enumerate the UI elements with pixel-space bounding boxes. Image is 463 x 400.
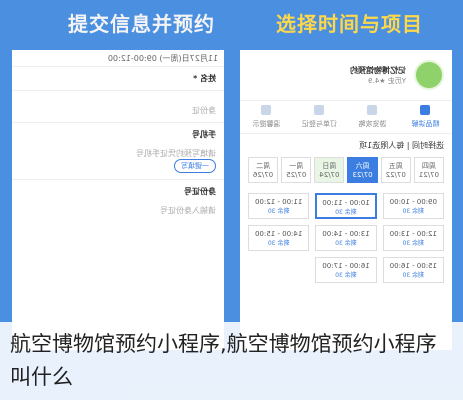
time-slot[interactable]: 13:00 - 14:00 剩余 30 [315, 225, 377, 251]
banner-left-title: 提交信息并预约 [68, 12, 215, 36]
form-row-name[interactable]: 姓名 * [12, 66, 224, 90]
id-type-text: 身份证 [192, 106, 216, 115]
form-row-id-type[interactable]: 身份证 [12, 90, 224, 122]
form-row-id[interactable]: 身份证号 请输入身份证号 [12, 179, 224, 222]
date-item[interactable]: 周四 07/21 [413, 157, 444, 183]
time-slot-grid: 09:00 - 10:00 剩余 30 10:00 - 11:00 剩余 30 11… [240, 183, 452, 293]
phone-label: 手机号 [192, 130, 216, 139]
form-phone-screen: 11月27日(周一) 09:00-12:00 姓名 * 身份证 手机号 请填写预… [12, 50, 224, 350]
museum-header: 记忆博物馆预约 Y历史 ★4.9 [240, 50, 452, 100]
date-item[interactable]: 周一 07/25 [281, 157, 312, 183]
banner-right-title: 选择时间与项目 [276, 12, 423, 36]
tab-1[interactable]: 游览攻略 [346, 101, 399, 133]
date-item[interactable]: 周日 07/24 [314, 157, 345, 183]
museum-avatar [414, 60, 444, 90]
form-row-phone[interactable]: 手机号 请填写预约凭证手机号 一键填写 [12, 122, 224, 179]
tab-3[interactable]: 温馨提示 [240, 101, 293, 133]
date-item[interactable]: 周二 07/26 [247, 157, 279, 183]
schedule-phone-screen: 记忆博物馆预约 Y历史 ★4.9 精品讲解 游览攻略 订单与登记 温馨提示 选择… [240, 50, 452, 350]
tab-2[interactable]: 订单与登记 [293, 101, 346, 133]
article-title: 航空博物馆预约小程序,航空博物馆预约小程序叫什么 [10, 332, 437, 389]
name-label: 姓名 * [193, 74, 216, 83]
museum-tags: Y历史 ★4.9 [368, 76, 406, 85]
schedule-section-title: 选择时间 | 每人限选1项 [359, 141, 444, 150]
time-slot-selected[interactable]: 10:00 - 11:00 剩余 30 [315, 193, 377, 219]
article-title-overlay: 航空博物馆预约小程序,航空博物馆预约小程序叫什么 [0, 322, 463, 400]
time-slot[interactable]: 11:00 - 12:00 剩余 30 [248, 193, 310, 219]
id-label: 身份证号 [184, 187, 216, 196]
id-placeholder: 请输入身份证号 [160, 206, 216, 215]
phone-placeholder: 请填写预约凭证手机号 [136, 149, 216, 158]
time-slot[interactable]: 16:00 - 17:00 剩余 30 [315, 257, 377, 283]
time-slot[interactable]: 15:00 - 16:00 剩余 30 [382, 257, 444, 283]
time-slot[interactable]: 09:00 - 10:00 剩余 30 [382, 193, 444, 219]
museum-tabs: 精品讲解 游览攻略 订单与登记 温馨提示 [240, 100, 452, 134]
date-selector: 周四 07/21 周五 07/22 周六 07/23 周日 07/24 周一 07/25 … [240, 157, 452, 183]
date-item-selected[interactable]: 周六 07/23 [347, 157, 378, 183]
time-slot[interactable]: 14:00 - 15:00 剩余 30 [248, 225, 310, 251]
tab-0[interactable]: 精品讲解 [399, 101, 452, 133]
status-bar: 11月27日(周一) 09:00-12:00 [12, 50, 224, 66]
autofill-button[interactable]: 一键填写 [174, 159, 216, 173]
museum-name: 记忆博物馆预约 [350, 65, 406, 75]
time-slot[interactable]: 12:00 - 13:00 剩余 30 [382, 225, 444, 251]
date-item[interactable]: 周五 07/22 [380, 157, 411, 183]
